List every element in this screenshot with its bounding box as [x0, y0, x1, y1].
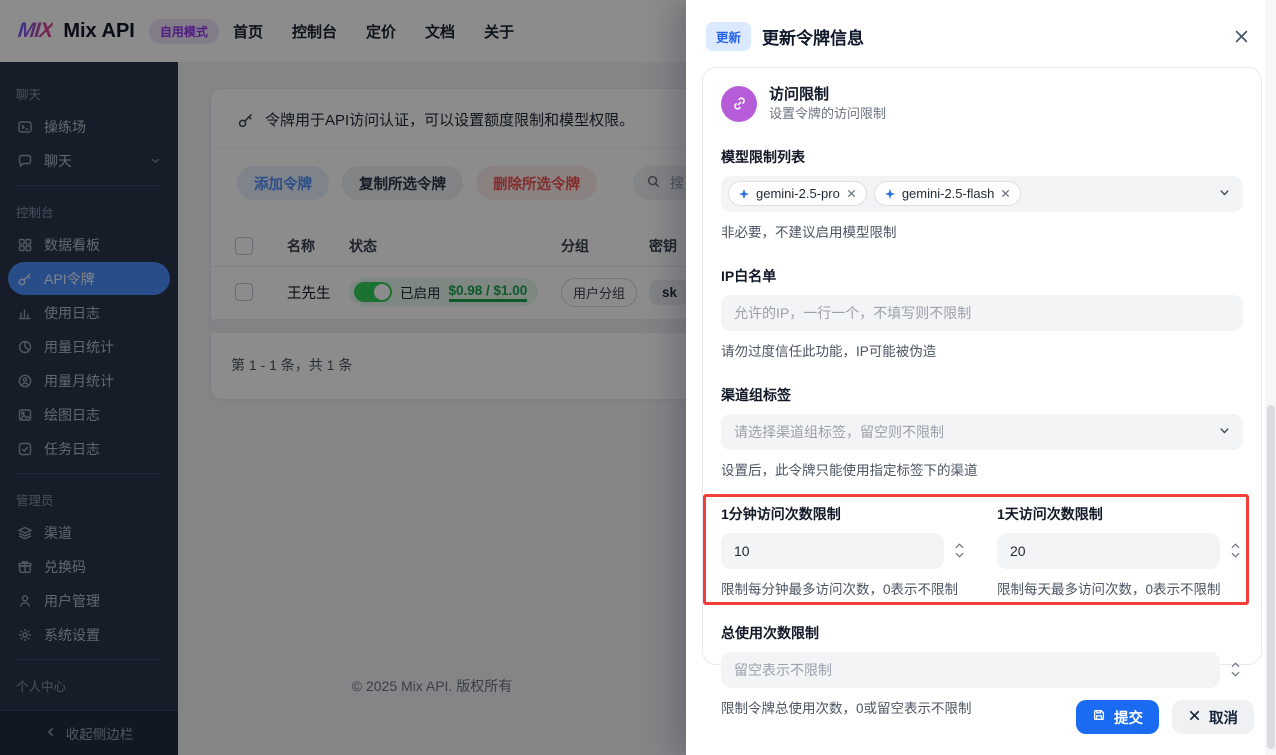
drawer-header: 更新 更新令牌信息	[686, 0, 1276, 65]
channel-tag-placeholder: 请选择渠道组标签，留空则不限制	[734, 422, 944, 442]
rate-day-hint: 限制每天最多访问次数，0表示不限制	[997, 578, 1243, 598]
stepper-up-icon[interactable]	[1231, 543, 1240, 549]
update-badge: 更新	[706, 22, 751, 51]
link-icon	[721, 86, 757, 122]
rate-limit-row: 1分钟访问次数限制 10 限制每分钟最多访问次数，0表示不限制 1天访问次数限制…	[721, 504, 1243, 598]
total-limit-input[interactable]: 留空表示不限制	[721, 652, 1220, 688]
scrollbar-track	[1265, 0, 1276, 755]
model-tag: gemini-2.5-flash	[874, 181, 1022, 206]
ip-whitelist-input[interactable]: 允许的IP，一行一个，不填写则不限制	[721, 295, 1243, 331]
rate-minute-input[interactable]: 10	[721, 533, 944, 569]
cancel-label: 取消	[1209, 707, 1238, 728]
channel-tag-field: 渠道组标签 请选择渠道组标签，留空则不限制 设置后，此令牌只能使用指定标签下的渠…	[721, 385, 1243, 479]
submit-button[interactable]: 提交	[1076, 700, 1159, 734]
model-limit-hint: 非必要，不建议启用模型限制	[721, 221, 1243, 241]
number-stepper	[1228, 543, 1243, 558]
update-token-drawer: 更新 更新令牌信息 访问限制 设置令牌的访问限制 模型限制列表 gemini-2…	[686, 0, 1276, 755]
model-limit-select[interactable]: gemini-2.5-pro gemini-2.5-flash	[721, 176, 1243, 212]
rate-day-label: 1天访问次数限制	[997, 504, 1243, 524]
drawer-footer: 提交 取消	[1076, 700, 1254, 734]
section-header: 访问限制 设置令牌的访问限制	[721, 85, 1243, 123]
remove-tag-icon[interactable]	[1000, 188, 1011, 199]
channel-tag-select[interactable]: 请选择渠道组标签，留空则不限制	[721, 414, 1243, 450]
rate-minute-field: 1分钟访问次数限制 10 限制每分钟最多访问次数，0表示不限制	[721, 504, 967, 598]
close-icon[interactable]	[1228, 24, 1254, 50]
rate-minute-hint: 限制每分钟最多访问次数，0表示不限制	[721, 578, 967, 598]
rate-day-input[interactable]: 20	[997, 533, 1220, 569]
chevron-down-icon	[1218, 424, 1231, 440]
remove-tag-icon[interactable]	[846, 188, 857, 199]
number-stepper	[952, 543, 967, 558]
rate-minute-label: 1分钟访问次数限制	[721, 504, 967, 524]
section-title: 访问限制	[769, 85, 886, 105]
save-icon	[1092, 708, 1106, 726]
x-icon	[1188, 709, 1201, 726]
total-limit-placeholder: 留空表示不限制	[734, 660, 832, 680]
total-limit-label: 总使用次数限制	[721, 623, 1243, 643]
access-limit-card: 访问限制 设置令牌的访问限制 模型限制列表 gemini-2.5-pro gem…	[702, 67, 1262, 665]
stepper-down-icon[interactable]	[955, 552, 964, 558]
drawer-title: 更新令牌信息	[762, 24, 864, 49]
stepper-down-icon[interactable]	[1231, 671, 1240, 677]
ip-whitelist-hint: 请勿过度信任此功能，IP可能被伪造	[721, 340, 1243, 360]
model-limit-label: 模型限制列表	[721, 147, 1243, 167]
rate-day-value: 20	[1010, 543, 1026, 559]
rate-minute-value: 10	[734, 543, 750, 559]
ip-whitelist-field: IP白名单 允许的IP，一行一个，不填写则不限制 请勿过度信任此功能，IP可能被…	[721, 266, 1243, 360]
scrollbar-thumb[interactable]	[1267, 405, 1275, 749]
cancel-button[interactable]: 取消	[1172, 700, 1254, 734]
ip-whitelist-placeholder: 允许的IP，一行一个，不填写则不限制	[734, 303, 971, 323]
sparkle-diamond-icon	[884, 188, 896, 200]
stepper-down-icon[interactable]	[1231, 552, 1240, 558]
channel-tag-hint: 设置后，此令牌只能使用指定标签下的渠道	[721, 459, 1243, 479]
model-tag-label: gemini-2.5-flash	[902, 186, 995, 201]
chevron-down-icon	[1218, 186, 1231, 202]
ip-whitelist-label: IP白名单	[721, 266, 1243, 286]
submit-label: 提交	[1114, 707, 1143, 728]
stepper-up-icon[interactable]	[955, 543, 964, 549]
modal-overlay[interactable]	[0, 0, 686, 755]
section-subtitle: 设置令牌的访问限制	[769, 105, 886, 123]
number-stepper	[1228, 662, 1243, 677]
model-tag: gemini-2.5-pro	[728, 181, 867, 206]
channel-tag-label: 渠道组标签	[721, 385, 1243, 405]
model-limit-field: 模型限制列表 gemini-2.5-pro gemini-2.5-flash 非…	[721, 147, 1243, 241]
model-tag-label: gemini-2.5-pro	[756, 186, 840, 201]
rate-day-field: 1天访问次数限制 20 限制每天最多访问次数，0表示不限制	[997, 504, 1243, 598]
sparkle-diamond-icon	[738, 188, 750, 200]
stepper-up-icon[interactable]	[1231, 662, 1240, 668]
